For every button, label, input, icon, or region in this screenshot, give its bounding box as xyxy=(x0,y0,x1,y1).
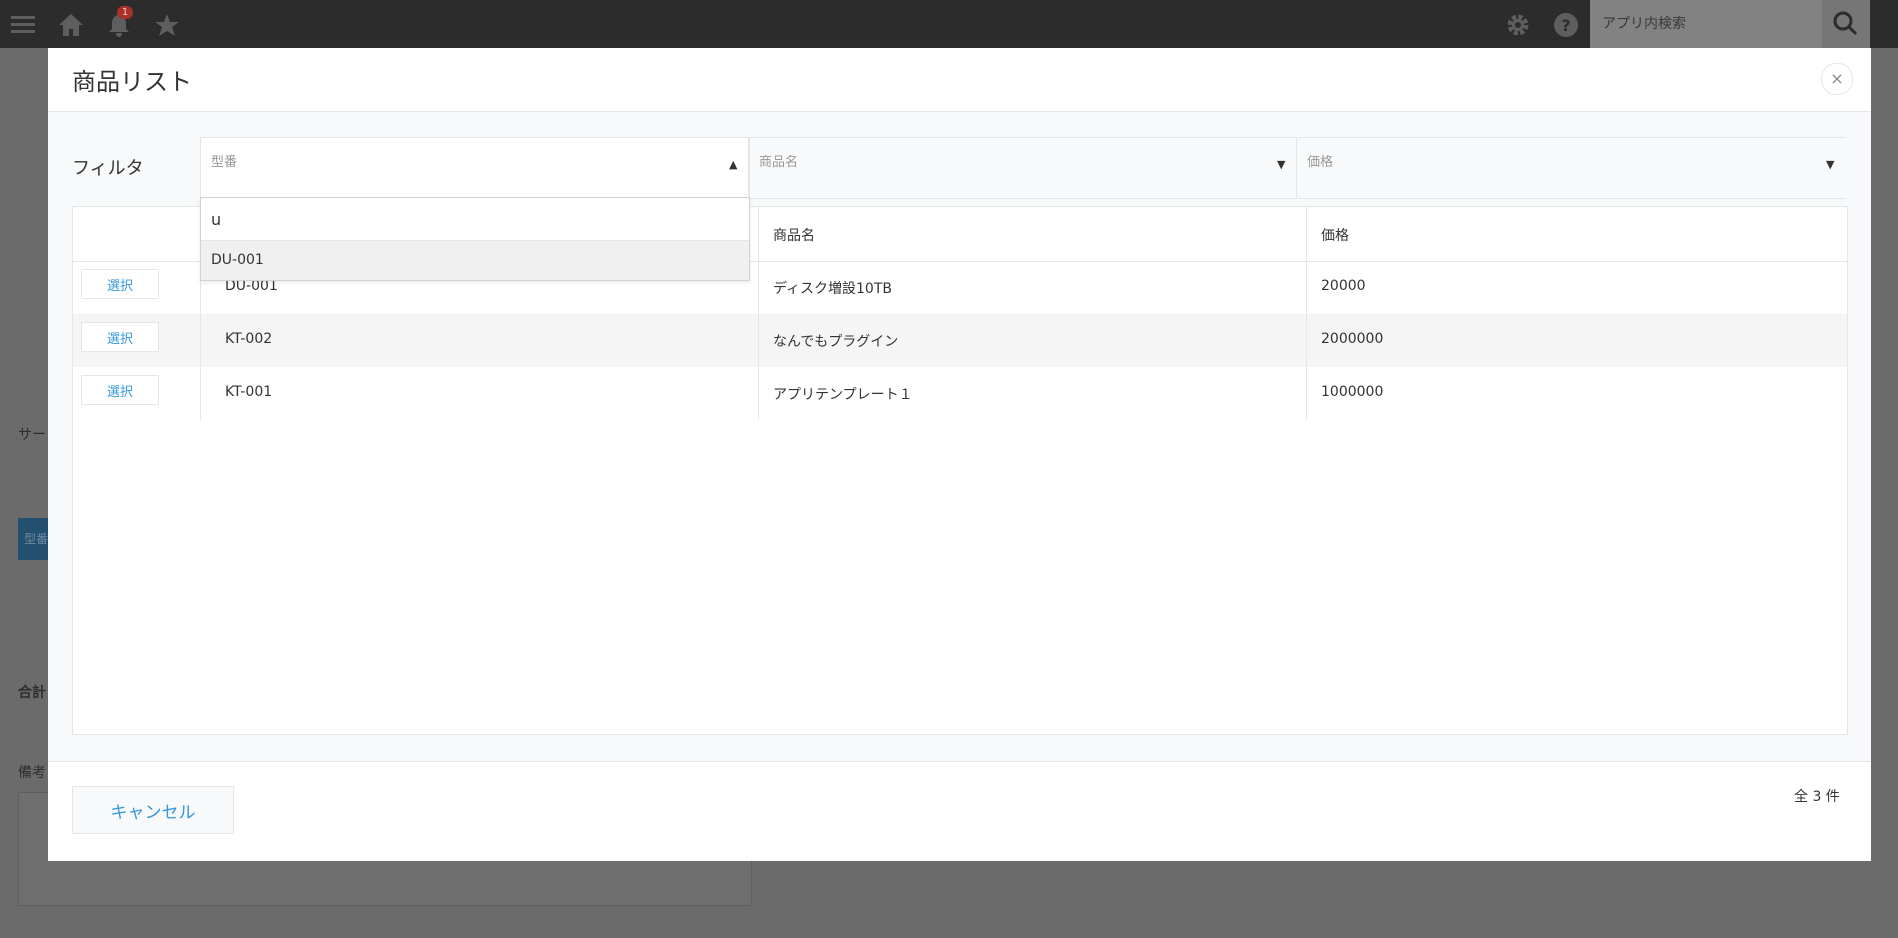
modal-title: 商品リスト xyxy=(72,68,192,96)
select-button[interactable]: 選択 xyxy=(81,375,159,405)
column-divider xyxy=(1306,367,1307,420)
cell-price: 20000 xyxy=(1321,278,1366,294)
app-search-box xyxy=(1590,0,1822,48)
dropdown-option-label: DU-001 xyxy=(211,252,264,268)
bg-label-model: 型番 xyxy=(24,532,49,546)
cell-model: KT-001 xyxy=(225,384,273,400)
cell-name: アプリテンプレート１ xyxy=(773,387,913,403)
notification-badge: 1 xyxy=(117,6,133,19)
column-divider xyxy=(758,207,759,261)
column-divider xyxy=(200,314,201,367)
column-divider xyxy=(758,314,759,367)
search-button[interactable] xyxy=(1822,0,1870,48)
app-search-input[interactable] xyxy=(1590,0,1812,48)
cell-name: なんでもプラグイン xyxy=(773,334,899,350)
modal-header: 商品リスト × xyxy=(48,48,1871,112)
column-divider xyxy=(1306,261,1307,314)
caret-down-icon: ▼ xyxy=(1826,158,1835,171)
filter-bar: 型番 ▲ 商品名 ▼ 価格 ▼ xyxy=(200,137,1846,199)
filter-model-label: 型番 xyxy=(211,155,238,170)
record-count: 全 3 件 xyxy=(1794,789,1840,805)
column-divider xyxy=(758,261,759,314)
filter-model[interactable]: 型番 ▲ xyxy=(200,138,750,198)
bg-label-remarks: 備考 xyxy=(18,765,46,781)
column-header-price: 価格 xyxy=(1321,228,1349,244)
column-header-name: 商品名 xyxy=(773,228,815,244)
home-icon[interactable] xyxy=(58,12,84,38)
menu-icon[interactable] xyxy=(10,12,36,38)
column-divider xyxy=(200,367,201,420)
bg-table-header: 型番 xyxy=(18,518,52,560)
select-button[interactable]: 選択 xyxy=(81,322,159,352)
search-icon xyxy=(1833,11,1858,36)
filter-product-name[interactable]: 商品名 ▼ xyxy=(748,138,1297,198)
model-filter-input[interactable] xyxy=(201,198,749,241)
caret-down-icon: ▼ xyxy=(1277,158,1286,171)
modal-footer: キャンセル 全 3 件 xyxy=(48,761,1871,861)
cell-model: KT-002 xyxy=(225,331,273,347)
bg-label-total: 合計 xyxy=(18,685,46,701)
svg-text:?: ? xyxy=(1561,16,1570,35)
cancel-button[interactable]: キャンセル xyxy=(72,786,234,834)
star-icon[interactable] xyxy=(154,12,180,38)
table-row: 選択 KT-001 アプリテンプレート１ 1000000 xyxy=(73,367,1847,420)
close-button[interactable]: × xyxy=(1821,63,1853,95)
table-row: 選択 KT-002 なんでもプラグイン 2000000 xyxy=(73,314,1847,367)
filter-product-name-label: 商品名 xyxy=(759,155,799,170)
cell-price: 1000000 xyxy=(1321,384,1384,400)
column-divider xyxy=(1306,314,1307,367)
filter-price-label: 価格 xyxy=(1307,155,1334,170)
cell-name: ディスク増設10TB xyxy=(773,281,892,297)
help-icon[interactable]: ? xyxy=(1553,12,1579,38)
product-list-modal: 商品リスト × フィルタ 型番 ▲ 商品名 ▼ 価格 ▼ 型番 商品名 価格 選… xyxy=(48,48,1871,861)
gear-icon[interactable] xyxy=(1505,12,1531,38)
model-filter-dropdown: DU-001 xyxy=(200,197,750,281)
dropdown-option[interactable]: DU-001 xyxy=(201,241,749,280)
filter-price[interactable]: 価格 ▼ xyxy=(1296,138,1846,198)
bg-label-service: サー xyxy=(18,427,46,443)
select-button[interactable]: 選択 xyxy=(81,269,159,299)
cell-price: 2000000 xyxy=(1321,331,1384,347)
product-table: 型番 商品名 価格 選択 DU-001 ディスク増設10TB 20000 選択 … xyxy=(72,206,1848,735)
caret-up-icon: ▲ xyxy=(729,158,738,171)
filter-label: フィルタ xyxy=(72,158,144,179)
top-navigation-bar: 1 ? xyxy=(0,0,1898,48)
column-divider xyxy=(1306,207,1307,261)
column-divider xyxy=(758,367,759,420)
